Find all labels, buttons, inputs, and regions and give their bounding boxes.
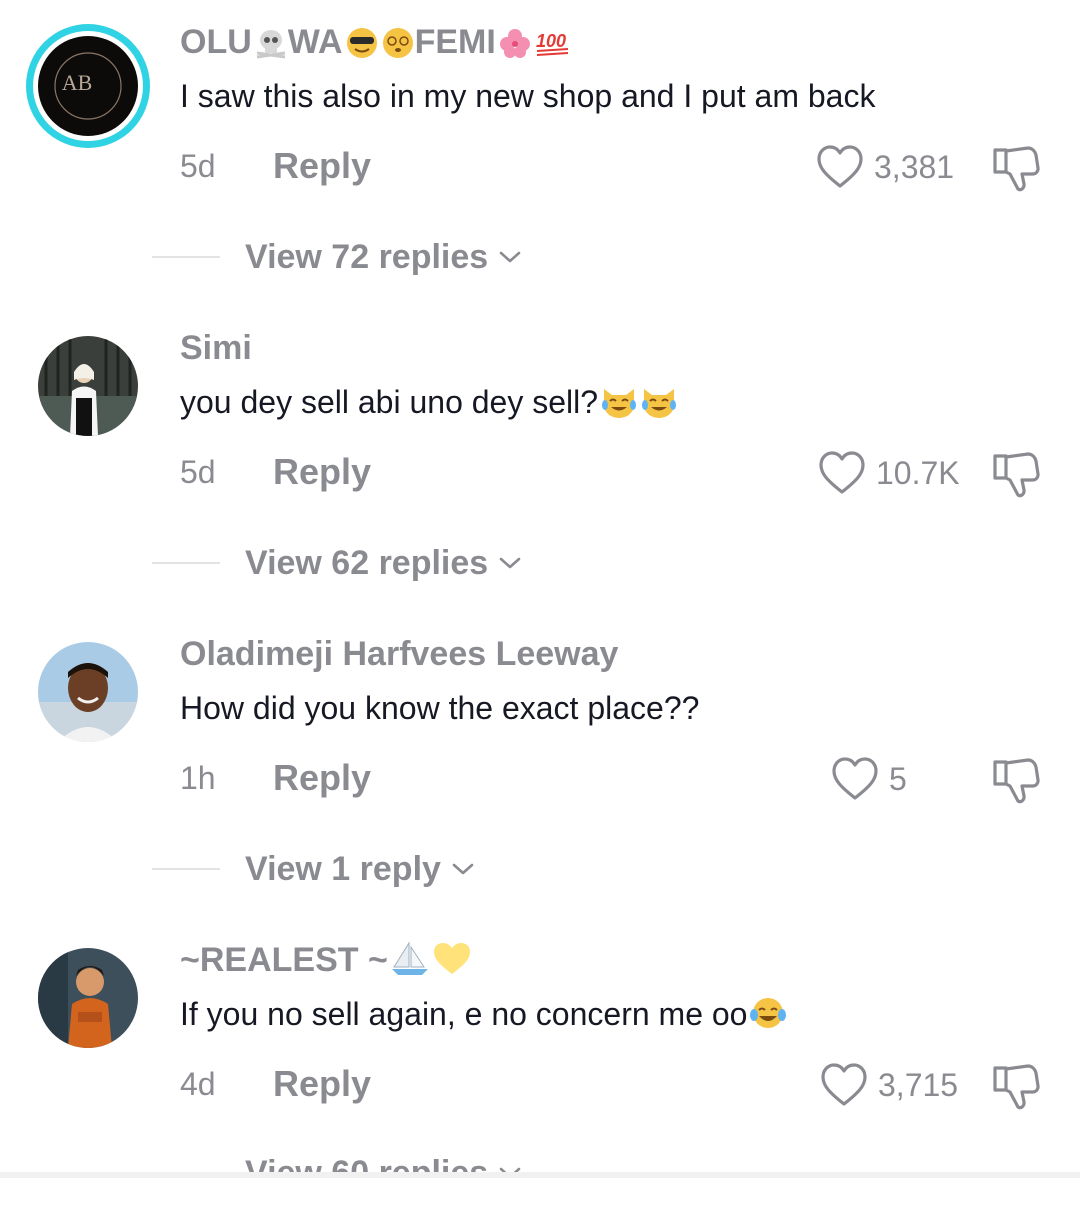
heart-outline-icon [819, 451, 865, 494]
like-count: 3,381 [874, 149, 955, 185]
like-button[interactable]: 3,715 [820, 1060, 958, 1110]
comment-username[interactable]: OLU WA FEMI 100 [180, 22, 572, 62]
thumbs-down-outline-icon [993, 452, 1040, 498]
reply-button[interactable]: Reply [273, 1062, 371, 1106]
avatar[interactable] [38, 948, 138, 1048]
dislike-button[interactable] [990, 142, 1042, 194]
avatar[interactable]: AB [24, 22, 152, 150]
view-replies-label: View 60 replies [245, 1152, 488, 1172]
avatar[interactable] [38, 642, 138, 742]
avatar[interactable] [38, 336, 138, 436]
replies-divider [152, 868, 220, 870]
username-text: OLU [180, 23, 252, 61]
dizzy-face-emoji-icon [381, 27, 415, 59]
dislike-button[interactable] [990, 754, 1042, 806]
svg-text:AB: AB [62, 70, 93, 95]
chevron-down-icon [452, 863, 474, 875]
hundred-points-emoji-icon: 100 [534, 27, 572, 59]
comment-text-content: If you no sell again, e no concern me oo [180, 996, 748, 1032]
heart-outline-icon [832, 757, 878, 800]
chevron-down-icon [499, 251, 521, 263]
like-count: 5 [889, 761, 907, 797]
thumbs-down-outline-icon [993, 146, 1040, 192]
comment-time: 5d [180, 148, 216, 184]
like-count: 3,715 [878, 1067, 959, 1103]
view-replies-button[interactable]: View 60 replies [245, 1150, 585, 1172]
thumbs-down-outline-icon [993, 758, 1040, 804]
like-count: 10.7K [876, 455, 960, 491]
replies-divider [152, 562, 220, 564]
view-replies-label: View 62 replies [245, 544, 489, 582]
comment-text: you dey sell abi uno dey sell? [180, 382, 678, 422]
dislike-button[interactable] [990, 448, 1042, 500]
heart-outline-icon [821, 1063, 867, 1106]
comment-time: 4d [180, 1066, 216, 1102]
comment-time: 5d [180, 454, 216, 490]
comment-item: AB OLU WA FEMI 100 I saw this also in my ne… [0, 0, 1080, 306]
username-text: WA [287, 23, 343, 61]
sunglasses-emoji-icon [345, 27, 379, 59]
view-replies-button[interactable]: View 62 replies [245, 542, 522, 584]
comment-item: Simi you dey sell abi uno dey sell? 5d R… [0, 306, 1080, 612]
thumbs-down-outline-icon [993, 1064, 1040, 1110]
username-text: ~REALEST ~ [180, 941, 388, 979]
comment-text: I saw this also in my new shop and I put… [180, 78, 876, 114]
username-text: FEMI [414, 23, 496, 61]
skull-emoji-icon [254, 27, 288, 59]
view-replies-label: View 72 replies [245, 238, 489, 276]
replies-divider [152, 256, 220, 258]
reply-button[interactable]: Reply [273, 144, 371, 188]
dislike-button[interactable] [990, 1060, 1042, 1112]
view-replies-label: View 1 reply [245, 850, 441, 888]
like-button[interactable]: 5 [831, 754, 907, 804]
like-button[interactable]: 10.7K [818, 448, 960, 498]
chevron-down-icon [499, 1167, 521, 1172]
bottom-divider [0, 1172, 1080, 1178]
cat-tears-of-joy-emoji-icon [600, 383, 638, 419]
comment-text: How did you know the exact place?? [180, 690, 700, 726]
comment-item: ~REALEST ~ If you no sell again, e no co… [0, 918, 1080, 1224]
comment-username[interactable]: Simi [180, 328, 252, 368]
reply-button[interactable]: Reply [273, 756, 371, 800]
cat-tears-of-joy-emoji-icon [640, 383, 678, 419]
comment-text: If you no sell again, e no concern me oo [180, 994, 787, 1034]
yellow-heart-emoji-icon [432, 941, 472, 977]
view-replies-button[interactable]: View 1 reply [245, 848, 475, 890]
reply-button[interactable]: Reply [273, 450, 371, 494]
face-with-tears-of-joy-emoji-icon [749, 995, 787, 1031]
chevron-down-icon [499, 557, 521, 569]
svg-text:100: 100 [536, 31, 566, 51]
view-replies-button[interactable]: View 72 replies [245, 236, 522, 278]
hibiscus-emoji-icon [498, 27, 532, 59]
comment-item: Oladimeji Harfvees Leeway How did you kn… [0, 612, 1080, 918]
comment-username[interactable]: ~REALEST ~ [180, 940, 472, 980]
heart-outline-icon [817, 145, 863, 188]
sailboat-emoji-icon [390, 941, 430, 977]
comment-username[interactable]: Oladimeji Harfvees Leeway [180, 634, 618, 674]
comment-text-content: you dey sell abi uno dey sell? [180, 384, 599, 420]
like-button[interactable]: 3,381 [816, 142, 954, 192]
comment-time: 1h [180, 760, 216, 796]
